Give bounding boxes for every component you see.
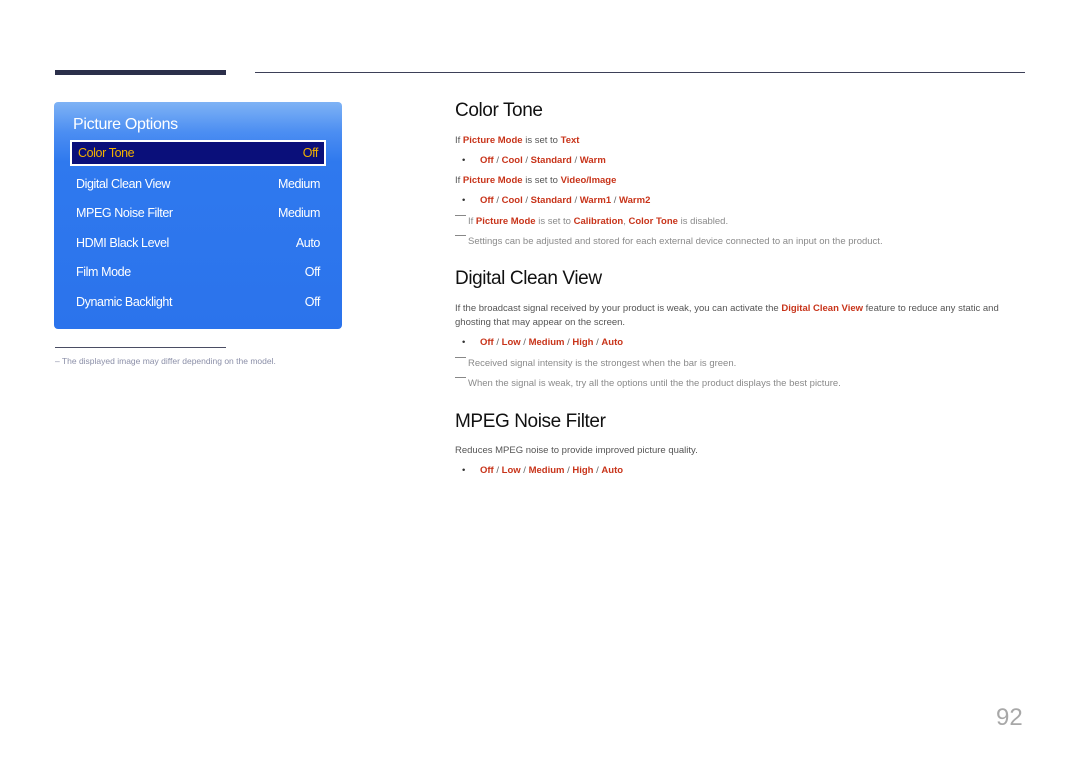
text: is set to	[522, 135, 561, 146]
menu-item-label: Digital Clean View	[76, 177, 171, 191]
note-signal-intensity: Received signal intensity is the stronge…	[455, 357, 736, 369]
option: Standard	[530, 195, 572, 206]
text: When the signal is weak, try all the opt…	[468, 378, 841, 389]
option: Cool	[501, 195, 523, 206]
note-settings: Settings can be adjusted and stored for …	[455, 235, 883, 247]
note-dash-icon	[455, 215, 466, 216]
options-list: • Off / Cool / Standard / Warm	[462, 155, 606, 166]
options-list: • Off / Low / Medium / High / Auto	[462, 465, 624, 476]
heading-color-tone: Color Tone	[455, 100, 543, 121]
description: Reduces MPEG noise to provide improved p…	[455, 445, 698, 456]
menu-item-film-mode[interactable]: Film Mode Off	[70, 259, 326, 285]
heading-digital-clean-view: Digital Clean View	[455, 268, 602, 289]
bullet-icon: •	[462, 155, 466, 166]
menu-item-label: MPEG Noise Filter	[76, 206, 173, 220]
option: Standard	[530, 155, 572, 166]
note-weak-signal: When the signal is weak, try all the opt…	[455, 377, 841, 389]
text: is set to	[522, 175, 561, 186]
menu-item-value: Medium	[277, 206, 320, 220]
option: Warm1	[579, 195, 612, 206]
option: Low	[501, 465, 521, 476]
menu-item-label: Dynamic Backlight	[76, 295, 173, 309]
menu-item-dynamic-backlight[interactable]: Dynamic Backlight Off	[70, 289, 326, 315]
menu-item-value: Off	[304, 265, 321, 279]
condition-text-mode: If Picture Mode is set to Text	[455, 135, 579, 146]
text: If	[468, 216, 476, 227]
options-list: • Off / Cool / Standard / Warm1 / Warm2	[462, 195, 651, 206]
option: Auto	[601, 465, 624, 476]
header-bar-thick	[55, 70, 226, 75]
picture-options-menu: Picture Options Color Tone Off Digital C…	[54, 102, 342, 329]
option: Off	[480, 465, 494, 476]
highlight: Calibration	[573, 216, 624, 227]
text: is disabled.	[677, 216, 729, 227]
highlight-value: Video/Image	[560, 175, 617, 186]
option: Auto	[601, 337, 624, 348]
menu-item-value: Auto	[295, 236, 321, 250]
description: If the broadcast signal received by your…	[455, 302, 1025, 330]
menu-item-color-tone[interactable]: Color Tone Off	[70, 140, 326, 166]
menu-item-mpeg-noise-filter[interactable]: MPEG Noise Filter Medium	[70, 200, 326, 226]
options-list: • Off / Low / Medium / High / Auto	[462, 337, 624, 348]
menu-item-hdmi-black-level[interactable]: HDMI Black Level Auto	[70, 230, 326, 256]
option: Low	[501, 337, 521, 348]
menu-item-value: Off	[304, 295, 321, 309]
bullet-icon: •	[462, 337, 466, 348]
option: High	[572, 337, 594, 348]
note-dash-icon	[455, 357, 466, 358]
highlight: Digital Clean View	[781, 303, 864, 314]
menu-title: Picture Options	[73, 116, 178, 133]
text: If the broadcast signal received by your…	[455, 303, 782, 314]
option: Warm2	[619, 195, 651, 206]
highlight-picture-mode: Picture Mode	[462, 175, 523, 186]
bullet-icon: •	[462, 195, 466, 206]
option: Off	[480, 337, 494, 348]
condition-video-image-mode: If Picture Mode is set to Video/Image	[455, 175, 616, 186]
footnote: – The displayed image may differ dependi…	[55, 356, 276, 366]
note-dash-icon	[455, 377, 466, 378]
bullet-icon: •	[462, 465, 466, 476]
text: is set to	[535, 216, 574, 227]
text: If	[455, 175, 463, 186]
menu-item-value: Off	[302, 146, 319, 160]
footnote-rule	[55, 347, 226, 348]
menu-item-label: Film Mode	[76, 265, 131, 279]
option: Cool	[501, 155, 523, 166]
option: Medium	[528, 337, 565, 348]
heading-mpeg-noise-filter: MPEG Noise Filter	[455, 411, 606, 432]
option: High	[572, 465, 594, 476]
option: Warm	[579, 155, 606, 166]
highlight-value: Text	[560, 135, 580, 146]
highlight-picture-mode: Picture Mode	[462, 135, 523, 146]
highlight: Color Tone	[628, 216, 678, 227]
menu-item-label: HDMI Black Level	[76, 236, 169, 250]
note-calibration: If Picture Mode is set to Calibration, C…	[455, 215, 728, 227]
option: Off	[480, 195, 494, 206]
menu-item-digital-clean-view[interactable]: Digital Clean View Medium	[70, 171, 326, 197]
text: Received signal intensity is the stronge…	[468, 358, 737, 369]
option: Off	[480, 155, 494, 166]
option: Medium	[528, 465, 565, 476]
text: If	[455, 135, 463, 146]
menu-item-value: Medium	[277, 177, 320, 191]
header-rule	[255, 72, 1025, 73]
highlight: Picture Mode	[475, 216, 536, 227]
text: Settings can be adjusted and stored for …	[468, 236, 883, 247]
note-dash-icon	[455, 235, 466, 236]
menu-item-label: Color Tone	[78, 146, 135, 160]
page-number: 92	[996, 704, 1023, 731]
